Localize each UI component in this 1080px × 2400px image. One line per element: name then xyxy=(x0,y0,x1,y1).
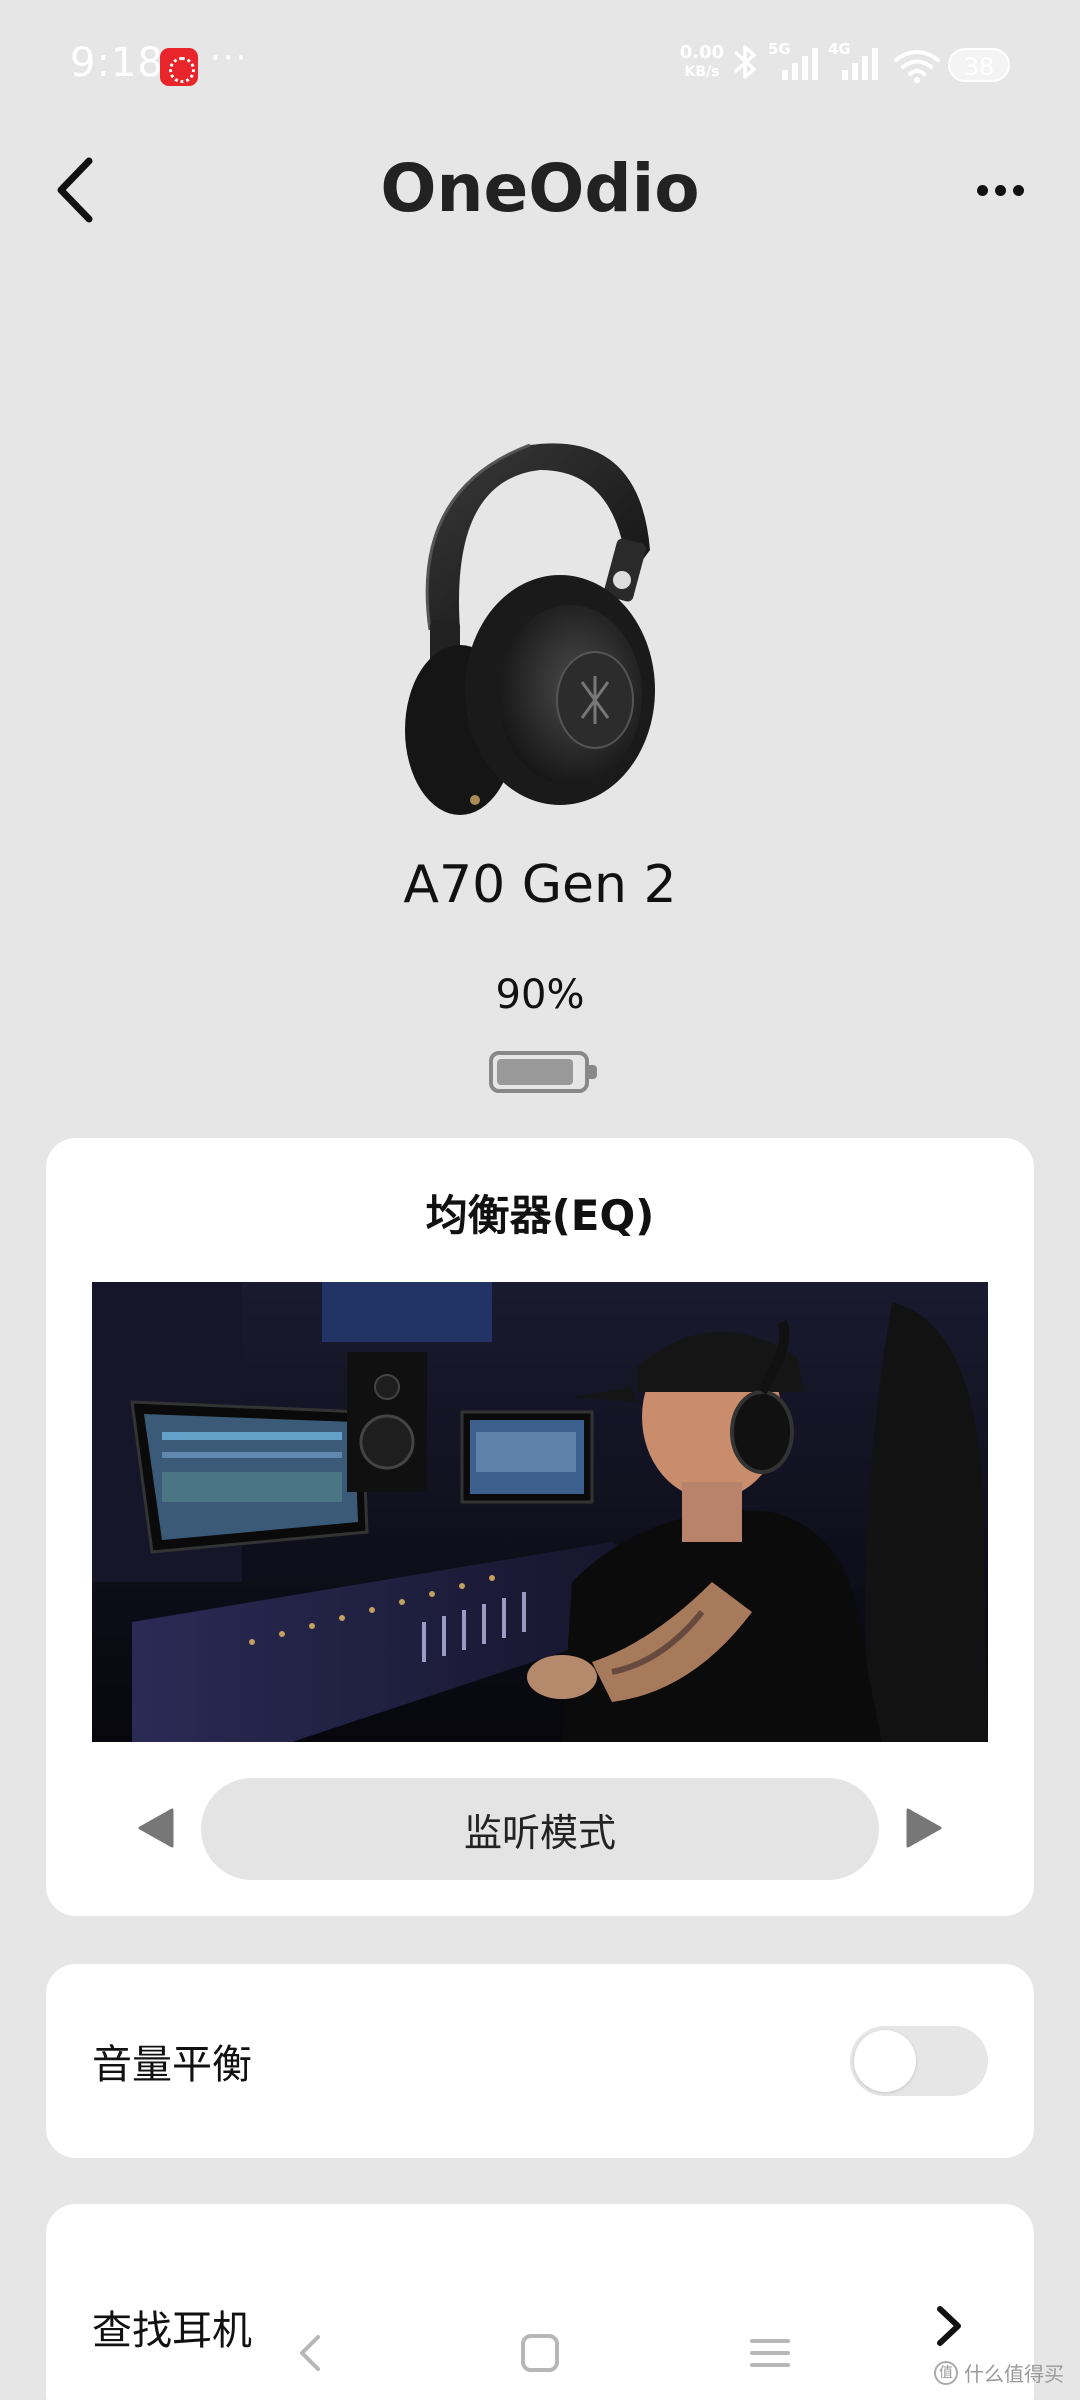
signal-5g-icon: 5G xyxy=(768,40,828,88)
find-headphones-label: 查找耳机 xyxy=(92,2308,252,2354)
nav-back-button[interactable] xyxy=(275,2318,345,2388)
status-time: 9:18 xyxy=(70,40,164,86)
watermark: 值 什么值得买 xyxy=(934,2358,1064,2387)
eq-mode-image xyxy=(92,1282,988,1742)
triangle-right-icon xyxy=(906,1808,942,1848)
signal-4g-icon: 4G xyxy=(828,40,888,88)
eq-title: 均衡器(EQ) xyxy=(425,1191,655,1240)
notification-app-icon xyxy=(160,48,198,86)
more-notifications-indicator: ··· xyxy=(210,38,249,78)
nav-back-icon xyxy=(300,2335,320,2371)
eq-previous-button[interactable] xyxy=(126,1798,186,1858)
network-speed-value: 0.00 xyxy=(679,42,725,63)
network-speed: 0.00 KB/s xyxy=(672,42,732,80)
app-bar: OneOdio xyxy=(0,130,1080,250)
network-speed-unit: KB/s xyxy=(684,64,720,80)
device-name: A70 Gen 2 xyxy=(403,855,677,915)
more-dot-icon xyxy=(976,184,988,196)
more-dot-icon xyxy=(1012,184,1024,196)
triangle-left-icon xyxy=(138,1808,174,1848)
volume-balance-card: 音量平衡 xyxy=(46,1964,1034,2158)
eq-card: 均衡器(EQ) 监听模式 xyxy=(46,1138,1034,1916)
headphones-image xyxy=(390,430,690,840)
more-options-button[interactable] xyxy=(960,150,1040,230)
phone-battery-indicator: 38 xyxy=(948,48,1010,82)
nav-home-button[interactable] xyxy=(505,2318,575,2388)
nav-menu-icon xyxy=(750,2339,790,2367)
eq-mode-selector[interactable]: 监听模式 xyxy=(201,1778,879,1880)
watermark-badge: 值 xyxy=(934,2360,958,2385)
watermark-text: 什么值得买 xyxy=(964,2362,1064,2386)
more-dot-icon xyxy=(994,184,1006,196)
bluetooth-icon xyxy=(728,42,762,86)
volume-balance-label: 音量平衡 xyxy=(92,2042,252,2088)
brand-logo: OneOdio xyxy=(380,150,700,227)
nav-home-icon xyxy=(521,2334,559,2372)
volume-balance-toggle[interactable] xyxy=(850,2026,988,2096)
nav-menu-button[interactable] xyxy=(735,2318,805,2388)
wifi-icon xyxy=(892,48,942,88)
status-bar: 9:18 ··· 0.00 KB/s 5G 4G 38 xyxy=(0,0,1080,130)
chevron-right-icon xyxy=(924,2296,974,2356)
eq-next-button[interactable] xyxy=(894,1798,954,1858)
device-battery-percent: 90% xyxy=(495,972,585,1018)
device-battery-icon xyxy=(489,1051,597,1093)
toggle-knob xyxy=(854,2030,916,2092)
device-battery-fill xyxy=(497,1059,573,1085)
signal-4g-label: 4G xyxy=(828,40,851,58)
signal-5g-label: 5G xyxy=(768,40,791,58)
